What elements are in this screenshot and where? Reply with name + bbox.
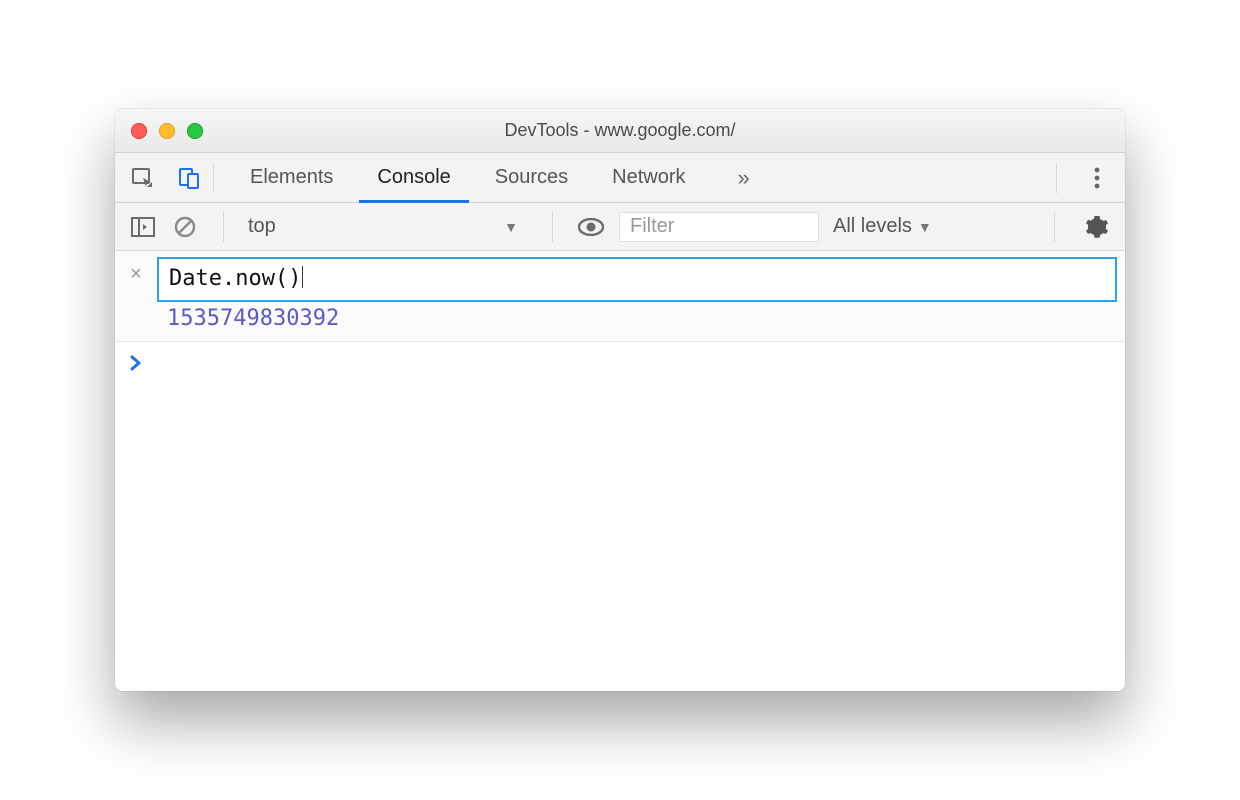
window-controls bbox=[131, 123, 203, 139]
chevron-down-icon: ▼ bbox=[504, 219, 518, 235]
titlebar: DevTools - www.google.com/ bbox=[115, 109, 1125, 153]
zoom-window-button[interactable] bbox=[187, 123, 203, 139]
tab-label: Elements bbox=[250, 166, 333, 189]
console-toolbar: top ▼ Filter All levels ▼ bbox=[115, 203, 1125, 251]
filter-input[interactable]: Filter bbox=[619, 212, 819, 242]
remove-expression-button[interactable]: × bbox=[115, 251, 157, 341]
device-toolbar-icon[interactable] bbox=[175, 164, 203, 192]
tab-label: Sources bbox=[495, 166, 568, 189]
tab-sources[interactable]: Sources bbox=[473, 153, 590, 202]
tab-console[interactable]: Console bbox=[355, 153, 472, 202]
log-levels-selector[interactable]: All levels ▼ bbox=[833, 215, 932, 238]
live-expression-icon[interactable] bbox=[577, 213, 605, 241]
levels-label: All levels bbox=[833, 215, 912, 238]
console-body: × Date.now() 1535749830392 bbox=[115, 251, 1125, 691]
panel-tabs: Elements Console Sources Network » bbox=[228, 153, 772, 202]
close-icon: × bbox=[130, 263, 142, 286]
chevron-down-icon: ▼ bbox=[918, 219, 932, 235]
minimize-window-button[interactable] bbox=[159, 123, 175, 139]
text-caret bbox=[302, 266, 303, 288]
context-selector[interactable]: top ▼ bbox=[248, 215, 528, 238]
filter-placeholder: Filter bbox=[630, 215, 674, 238]
separator bbox=[552, 212, 553, 242]
separator bbox=[1054, 212, 1055, 242]
overflow-glyph: » bbox=[738, 165, 750, 191]
settings-icon[interactable] bbox=[1083, 213, 1111, 241]
console-prompt-row[interactable] bbox=[115, 342, 1125, 387]
separator bbox=[213, 163, 214, 193]
live-expression-input[interactable]: Date.now() bbox=[157, 257, 1117, 302]
tabs-overflow-button[interactable]: » bbox=[716, 153, 772, 202]
devtools-tabbar: Elements Console Sources Network » bbox=[115, 153, 1125, 203]
more-icon[interactable] bbox=[1083, 164, 1111, 192]
tab-label: Network bbox=[612, 166, 685, 189]
devtools-window: DevTools - www.google.com/ Elements Con bbox=[115, 109, 1125, 691]
show-console-sidebar-icon[interactable] bbox=[129, 213, 157, 241]
prompt-chevron-icon bbox=[115, 352, 157, 372]
live-expression-result: 1535749830392 bbox=[157, 302, 1117, 331]
context-label: top bbox=[248, 215, 494, 238]
separator bbox=[1056, 163, 1057, 193]
tab-network[interactable]: Network bbox=[590, 153, 707, 202]
tab-label: Console bbox=[377, 166, 450, 189]
inspect-icon[interactable] bbox=[129, 164, 157, 192]
tab-elements[interactable]: Elements bbox=[228, 153, 355, 202]
expression-text: Date.now() bbox=[169, 266, 301, 291]
live-expression-content: Date.now() 1535749830392 bbox=[157, 251, 1125, 341]
clear-console-icon[interactable] bbox=[171, 213, 199, 241]
live-expression-row: × Date.now() 1535749830392 bbox=[115, 251, 1125, 342]
console-input[interactable] bbox=[157, 352, 1125, 376]
close-window-button[interactable] bbox=[131, 123, 147, 139]
window-title: DevTools - www.google.com/ bbox=[115, 120, 1125, 141]
separator bbox=[223, 212, 224, 242]
